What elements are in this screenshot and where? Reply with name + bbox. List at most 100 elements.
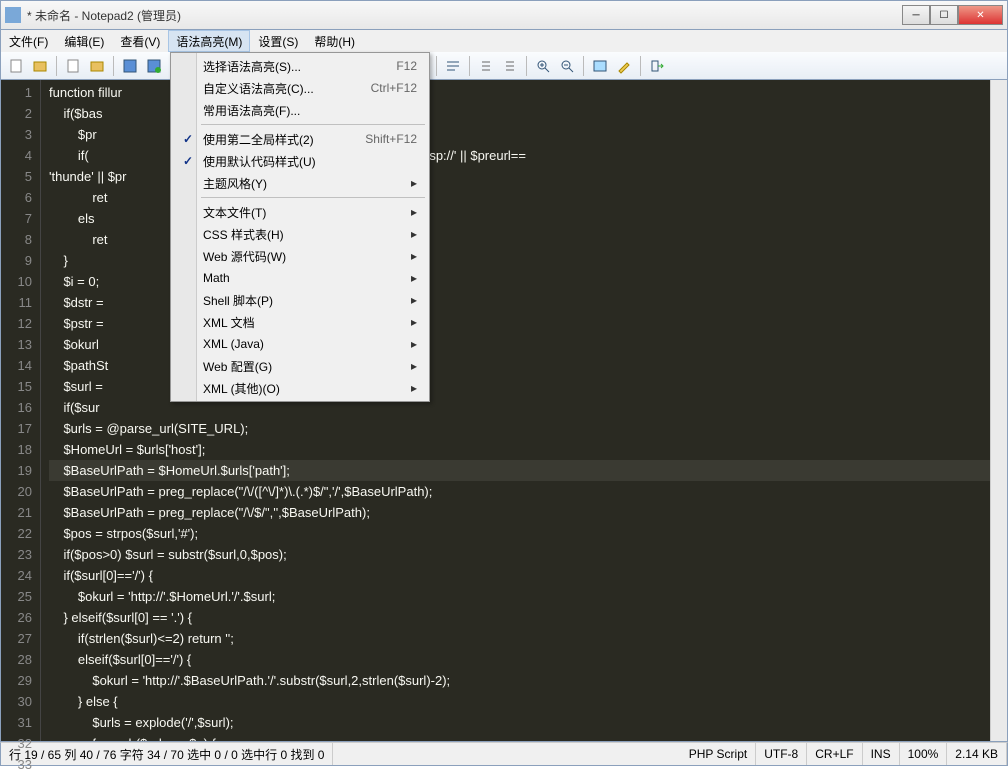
toolbar-saveas[interactable]: [143, 55, 165, 77]
code-line[interactable]: foreach($urls as $u) {: [49, 733, 990, 741]
check-icon: ✓: [177, 132, 199, 146]
menu-item-label: XML 文档: [199, 314, 411, 331]
toolbar-open-new[interactable]: [29, 55, 51, 77]
code-line[interactable]: if($surl[0]=='/') {: [49, 565, 990, 586]
status-lang[interactable]: PHP Script: [681, 743, 756, 765]
status-eol[interactable]: CR+LF: [807, 743, 862, 765]
menu-item[interactable]: XML (Java)▸: [173, 333, 427, 355]
menu-item-label: Math: [199, 271, 411, 285]
line-number: 6: [1, 187, 32, 208]
code-line[interactable]: $pos = strpos($surl,'#');: [49, 523, 990, 544]
toolbar-new[interactable]: [5, 55, 27, 77]
code-line[interactable]: $BaseUrlPath = $HomeUrl.$urls['path'];: [49, 460, 990, 481]
code-line[interactable]: $okurl = 'http://'.$BaseUrlPath.'/'.subs…: [49, 670, 990, 691]
menu-item-label: XML (其他)(O): [199, 380, 411, 397]
line-number: 24: [1, 565, 32, 586]
code-line[interactable]: $BaseUrlPath = preg_replace("/\/$/",'',$…: [49, 502, 990, 523]
code-line[interactable]: $HomeUrl = $urls['host'];: [49, 439, 990, 460]
menu-item-label: 选择语法高亮(S)...: [199, 58, 396, 75]
code-line[interactable]: $urls = @parse_url(SITE_URL);: [49, 418, 990, 439]
line-number: 14: [1, 355, 32, 376]
menu-item[interactable]: XML 文档▸: [173, 311, 427, 333]
menu-item-label: Web 源代码(W): [199, 248, 411, 265]
code-line[interactable]: } else {: [49, 691, 990, 712]
menu-item-label: XML (Java): [199, 337, 411, 351]
menu-item-label: 主题风格(Y): [199, 175, 411, 192]
line-number: 32: [1, 733, 32, 754]
status-insert[interactable]: INS: [863, 743, 900, 765]
line-number: 13: [1, 334, 32, 355]
titlebar: * 未命名 - Notepad2 (管理员) ─ ☐ ✕: [0, 0, 1008, 30]
toolbar-exit[interactable]: [646, 55, 668, 77]
toolbar-indent[interactable]: [475, 55, 497, 77]
menu-item[interactable]: 选择语法高亮(S)...F12: [173, 55, 427, 77]
toolbar-open[interactable]: [86, 55, 108, 77]
submenu-arrow-icon: ▸: [411, 271, 423, 285]
line-number: 9: [1, 250, 32, 271]
menu-item-label: 文本文件(T): [199, 204, 411, 221]
menu-help[interactable]: 帮助(H): [306, 30, 363, 52]
menu-item[interactable]: Web 源代码(W)▸: [173, 245, 427, 267]
toolbar-customize[interactable]: [613, 55, 635, 77]
code-line[interactable]: if($pos>0) $surl = substr($surl,0,$pos);: [49, 544, 990, 565]
line-number: 28: [1, 649, 32, 670]
toolbar-new2[interactable]: [62, 55, 84, 77]
toolbar-wrap[interactable]: [442, 55, 464, 77]
menu-item[interactable]: 常用语法高亮(F)...: [173, 99, 427, 121]
toolbar-scheme[interactable]: [589, 55, 611, 77]
menu-item[interactable]: CSS 样式表(H)▸: [173, 223, 427, 245]
line-number: 25: [1, 586, 32, 607]
menu-item[interactable]: Shell 脚本(P)▸: [173, 289, 427, 311]
status-size: 2.14 KB: [947, 743, 1007, 765]
menu-separator: [201, 197, 425, 198]
status-zoom[interactable]: 100%: [900, 743, 948, 765]
menu-item[interactable]: ✓使用默认代码样式(U): [173, 150, 427, 172]
menu-edit[interactable]: 编辑(E): [56, 30, 112, 52]
menu-item[interactable]: Math▸: [173, 267, 427, 289]
status-encoding[interactable]: UTF-8: [756, 743, 807, 765]
line-number: 4: [1, 145, 32, 166]
menu-syntax[interactable]: 语法高亮(M): [168, 30, 250, 52]
code-line[interactable]: elseif($surl[0]=='/') {: [49, 649, 990, 670]
toolbar-outdent[interactable]: [499, 55, 521, 77]
code-line[interactable]: $BaseUrlPath = preg_replace("/\/([^\/]*)…: [49, 481, 990, 502]
menu-item[interactable]: Web 配置(G)▸: [173, 355, 427, 377]
menubar: 文件(F) 编辑(E) 查看(V) 语法高亮(M) 设置(S) 帮助(H): [0, 30, 1008, 52]
line-number: 33: [1, 754, 32, 775]
menu-item-label: Shell 脚本(P): [199, 292, 411, 309]
menu-item[interactable]: ✓使用第二全局样式(2)Shift+F12: [173, 128, 427, 150]
maximize-button[interactable]: ☐: [930, 5, 958, 25]
menu-item[interactable]: 自定义语法高亮(C)...Ctrl+F12: [173, 77, 427, 99]
code-line[interactable]: if(strlen($surl)<=2) return '';: [49, 628, 990, 649]
line-number: 26: [1, 607, 32, 628]
vertical-scrollbar[interactable]: [990, 80, 1007, 741]
menu-item[interactable]: 主题风格(Y)▸: [173, 172, 427, 194]
toolbar-zoomout[interactable]: [556, 55, 578, 77]
status-position: 行 19 / 65 列 40 / 76 字符 34 / 70 选中 0 / 0 …: [1, 743, 333, 765]
toolbar-save[interactable]: [119, 55, 141, 77]
menu-file[interactable]: 文件(F): [1, 30, 56, 52]
toolbar-zoomin[interactable]: [532, 55, 554, 77]
menu-item[interactable]: 文本文件(T)▸: [173, 201, 427, 223]
line-number: 29: [1, 670, 32, 691]
submenu-arrow-icon: ▸: [411, 293, 423, 307]
line-number: 1: [1, 82, 32, 103]
line-number: 10: [1, 271, 32, 292]
menu-item[interactable]: XML (其他)(O)▸: [173, 377, 427, 399]
line-number: 17: [1, 418, 32, 439]
submenu-arrow-icon: ▸: [411, 205, 423, 219]
statusbar: 行 19 / 65 列 40 / 76 字符 34 / 70 选中 0 / 0 …: [0, 742, 1008, 766]
toolbar: [0, 52, 1008, 80]
close-button[interactable]: ✕: [958, 5, 1003, 25]
code-line[interactable]: } elseif($surl[0] == '.') {: [49, 607, 990, 628]
app-icon: [5, 7, 21, 23]
menu-shortcut: Ctrl+F12: [371, 81, 423, 95]
menu-view[interactable]: 查看(V): [112, 30, 168, 52]
code-line[interactable]: $urls = explode('/',$surl);: [49, 712, 990, 733]
line-number: 20: [1, 481, 32, 502]
menu-settings[interactable]: 设置(S): [250, 30, 306, 52]
code-line[interactable]: $okurl = 'http://'.$HomeUrl.'/'.$surl;: [49, 586, 990, 607]
editor[interactable]: 1234567891011121314151617181920212223242…: [0, 80, 1008, 742]
minimize-button[interactable]: ─: [902, 5, 930, 25]
line-number: 5: [1, 166, 32, 187]
